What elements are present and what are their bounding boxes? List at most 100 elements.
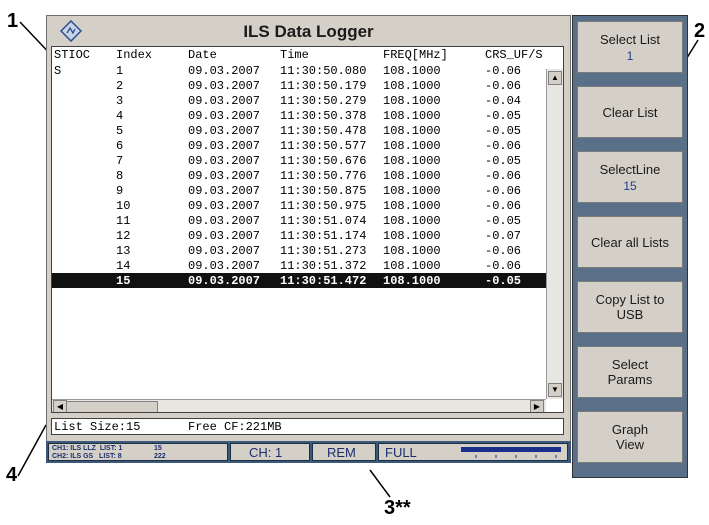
softkey-label: Graph View [611, 422, 649, 452]
table-row[interactable]: 12 09.03.2007 11:30:51.174 108.1000 -0.07 [52, 228, 546, 243]
cell-date: 09.03.2007 [188, 79, 261, 93]
ch1-value: 15 [154, 445, 162, 452]
cell-freq: 108.1000 [383, 274, 441, 288]
cell-freq: 108.1000 [383, 64, 441, 78]
cell-date: 09.03.2007 [188, 154, 261, 168]
cell-time: 11:30:50.478 [280, 124, 367, 138]
col-header-stioc[interactable]: STIOC [54, 48, 90, 62]
softkey-label: Copy List to USB [595, 292, 665, 322]
col-header-index[interactable]: Index [116, 48, 152, 62]
channel-indicator: CH: 1 [230, 443, 310, 461]
table-row[interactable]: 2 09.03.2007 11:30:50.179 108.1000 -0.06 [52, 78, 546, 93]
scroll-right-arrow-icon[interactable]: ▶ [530, 400, 544, 412]
cell-time: 11:30:50.776 [280, 169, 367, 183]
table-row[interactable]: 10 09.03.2007 11:30:50.975 108.1000 -0.06 [52, 198, 546, 213]
table-row[interactable]: 8 09.03.2007 11:30:50.776 108.1000 -0.06 [52, 168, 546, 183]
table-row[interactable]: 7 09.03.2007 11:30:50.676 108.1000 -0.05 [52, 153, 546, 168]
cell-time: 11:30:50.577 [280, 139, 367, 153]
cell-date: 09.03.2007 [188, 139, 261, 153]
cell-crs: -0.06 [485, 259, 522, 273]
cell-crs: -0.06 [485, 244, 522, 258]
cell-index: 11 [116, 214, 131, 228]
cell-crs: -0.06 [485, 139, 522, 153]
title-bar: ILS Data Logger [47, 16, 570, 46]
col-header-crs[interactable]: CRS_UF/S [485, 48, 543, 62]
table-row[interactable]: S 1 09.03.2007 11:30:50.080 108.1000 -0.06 [52, 63, 546, 78]
softkey-clear-list[interactable]: Clear List [577, 86, 683, 138]
cell-time: 11:30:50.080 [280, 64, 367, 78]
softkey-label: Select List [600, 31, 660, 47]
softkey-select-params[interactable]: Select Params [577, 346, 683, 398]
table-row[interactable]: 5 09.03.2007 11:30:50.478 108.1000 -0.05 [52, 123, 546, 138]
cell-stioc: S [54, 64, 62, 78]
cell-index: 7 [116, 154, 124, 168]
scroll-left-arrow-icon[interactable]: ◀ [53, 400, 67, 412]
softkey-select-line[interactable]: SelectLine 15 [577, 151, 683, 203]
cell-crs: -0.06 [485, 199, 522, 213]
table-row[interactable]: 4 09.03.2007 11:30:50.378 108.1000 -0.05 [52, 108, 546, 123]
cell-index: 9 [116, 184, 124, 198]
cell-crs: -0.05 [485, 124, 522, 138]
level-bar-icon [461, 447, 561, 458]
scroll-down-arrow-icon[interactable]: ▼ [548, 383, 562, 397]
table-row[interactable]: 9 09.03.2007 11:30:50.875 108.1000 -0.06 [52, 183, 546, 198]
cell-index: 1 [116, 64, 124, 78]
table-row[interactable]: 13 09.03.2007 11:30:51.273 108.1000 -0.06 [52, 243, 546, 258]
col-header-freq[interactable]: FREQ[MHz] [383, 48, 448, 62]
cell-time: 11:30:50.279 [280, 94, 367, 108]
horizontal-scroll-thumb[interactable] [66, 401, 158, 412]
cell-date: 09.03.2007 [188, 124, 261, 138]
cell-time: 11:30:51.074 [280, 214, 367, 228]
cell-index: 13 [116, 244, 131, 258]
scroll-up-arrow-icon[interactable]: ▲ [548, 71, 562, 85]
cell-date: 09.03.2007 [188, 244, 261, 258]
full-text: FULL [385, 445, 417, 460]
cell-index: 6 [116, 139, 124, 153]
cell-date: 09.03.2007 [188, 229, 261, 243]
cell-time: 11:30:51.174 [280, 229, 367, 243]
table-row[interactable]: 15 09.03.2007 11:30:51.472 108.1000 -0.05 [52, 273, 546, 288]
cell-freq: 108.1000 [383, 94, 441, 108]
cell-freq: 108.1000 [383, 199, 441, 213]
table-row[interactable]: 14 09.03.2007 11:30:51.372 108.1000 -0.06 [52, 258, 546, 273]
softkey-value: 15 [623, 178, 637, 193]
softkey-value: 1 [626, 48, 634, 63]
cell-crs: -0.05 [485, 109, 522, 123]
cell-time: 11:30:50.975 [280, 199, 367, 213]
cell-freq: 108.1000 [383, 229, 441, 243]
softkey-copy-list-to-usb[interactable]: Copy List to USB [577, 281, 683, 333]
cell-time: 11:30:51.472 [280, 274, 367, 288]
cell-freq: 108.1000 [383, 244, 441, 258]
cell-time: 11:30:50.676 [280, 154, 367, 168]
cell-crs: -0.06 [485, 169, 522, 183]
cell-time: 11:30:50.179 [280, 79, 367, 93]
list-status-bar: List Size:15 Free CF:221MB [51, 418, 564, 435]
softkey-graph-view[interactable]: Graph View [577, 411, 683, 463]
cell-freq: 108.1000 [383, 79, 441, 93]
cell-freq: 108.1000 [383, 154, 441, 168]
cell-crs: -0.06 [485, 79, 522, 93]
table-row[interactable]: 3 09.03.2007 11:30:50.279 108.1000 -0.04 [52, 93, 546, 108]
list-size-text: List Size:15 [54, 420, 141, 434]
cell-time: 11:30:50.875 [280, 184, 367, 198]
vertical-scrollbar[interactable]: ▲ ▼ [546, 69, 563, 399]
cell-date: 09.03.2007 [188, 199, 261, 213]
cell-crs: -0.05 [485, 274, 522, 288]
cell-crs: -0.06 [485, 184, 522, 198]
softkey-panel: Select List 1 Clear List SelectLine 15 C… [572, 15, 688, 478]
softkey-label: Clear all Lists [590, 234, 670, 250]
cell-freq: 108.1000 [383, 214, 441, 228]
cell-crs: -0.06 [485, 64, 522, 78]
cell-date: 09.03.2007 [188, 259, 261, 273]
table-row[interactable]: 6 09.03.2007 11:30:50.577 108.1000 -0.06 [52, 138, 546, 153]
remote-indicator: REM [312, 443, 376, 461]
col-header-date[interactable]: Date [188, 48, 217, 62]
softkey-label: Clear List [602, 104, 658, 120]
softkey-clear-all-lists[interactable]: Clear all Lists [577, 216, 683, 268]
col-header-time[interactable]: Time [280, 48, 309, 62]
softkey-select-list[interactable]: Select List 1 [577, 21, 683, 73]
cell-time: 11:30:50.378 [280, 109, 367, 123]
table-row[interactable]: 11 09.03.2007 11:30:51.074 108.1000 -0.05 [52, 213, 546, 228]
channel-text: CH: 1 [249, 445, 283, 460]
horizontal-scrollbar[interactable]: ◀ ▶ [52, 399, 546, 412]
